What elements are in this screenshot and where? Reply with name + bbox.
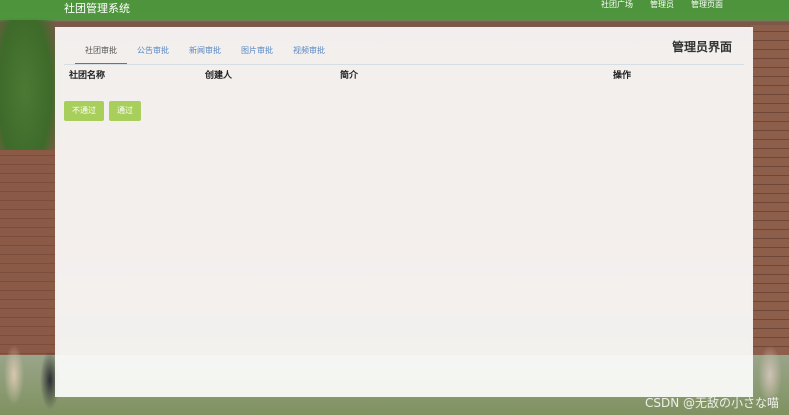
tab-news-review[interactable]: 新闻审批 [179, 43, 231, 64]
page-title: 管理员界面 [671, 40, 732, 54]
review-tabs: 社团审批 公告审批 新闻审批 图片审批 视频审批 [75, 43, 335, 65]
column-header-description: 简介 [340, 71, 359, 81]
column-header-club-name: 社团名称 [69, 71, 106, 81]
admin-panel: 社团审批 公告审批 新闻审批 图片审批 视频审批 管理员界面 社团名称 创建人 … [55, 27, 753, 397]
nav-link-admin-page[interactable]: 管理页面 [691, 0, 723, 10]
tab-announcement-review[interactable]: 公告审批 [127, 43, 179, 64]
reject-button[interactable]: 不通过 [64, 101, 104, 121]
nav-link-club-square[interactable]: 社团广场 [601, 0, 633, 10]
app-title[interactable]: 社团管理系统 [64, 2, 130, 16]
approve-button[interactable]: 通过 [109, 101, 141, 121]
tab-video-review[interactable]: 视频审批 [283, 43, 335, 64]
tab-club-review[interactable]: 社团审批 [75, 43, 127, 65]
top-nav: 社团广场 管理员 管理页面 [601, 0, 723, 20]
nav-link-admin[interactable]: 管理员 [650, 0, 674, 10]
column-header-creator: 创建人 [205, 71, 233, 81]
watermark: CSDN @无敌の小さな喵 [644, 396, 779, 410]
tabs-divider [64, 64, 744, 65]
tab-image-review[interactable]: 图片审批 [231, 43, 283, 64]
top-navbar: 社团管理系统 社团广场 管理员 管理页面 [0, 0, 789, 20]
column-header-actions: 操作 [613, 71, 632, 81]
table-header: 社团名称 创建人 简介 操作 [69, 70, 739, 84]
review-actions: 不通过 通过 [64, 101, 141, 121]
